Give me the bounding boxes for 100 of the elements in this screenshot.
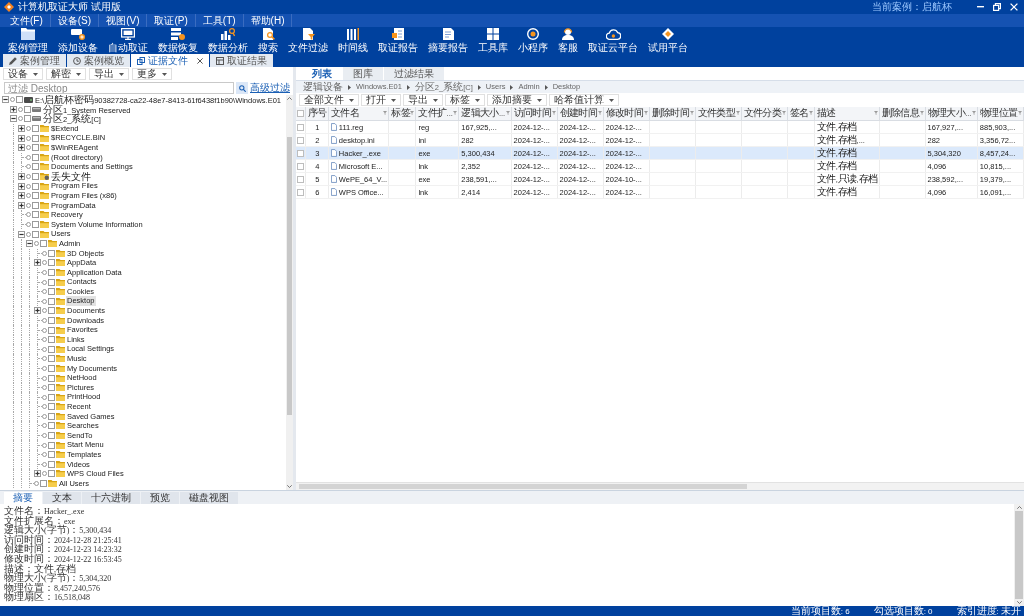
filter-icon[interactable] bbox=[505, 111, 510, 115]
toolbar-button[interactable]: 时间线 bbox=[333, 27, 373, 53]
tab[interactable]: 十六进制 bbox=[82, 492, 140, 504]
tab[interactable]: 磁盘视图 bbox=[180, 492, 238, 504]
breadcrumb-item[interactable]: 逻辑设备 bbox=[303, 80, 343, 94]
restore-icon[interactable] bbox=[993, 3, 1001, 11]
checkbox[interactable] bbox=[48, 269, 55, 276]
filter-icon[interactable] bbox=[410, 111, 415, 115]
expand-icon[interactable] bbox=[34, 307, 41, 315]
checkbox[interactable] bbox=[48, 278, 55, 286]
filter-icon[interactable] bbox=[383, 111, 388, 115]
scrollbar[interactable] bbox=[296, 482, 1024, 490]
checkbox[interactable] bbox=[32, 221, 39, 228]
checkbox[interactable] bbox=[48, 259, 55, 267]
checkbox[interactable] bbox=[32, 211, 39, 219]
checkbox[interactable] bbox=[48, 336, 55, 344]
expand-icon[interactable] bbox=[18, 125, 25, 133]
toolbar-button[interactable]: 案例管理 bbox=[3, 27, 53, 53]
column-header[interactable]: 文件类型 bbox=[695, 107, 742, 121]
filter-icon[interactable] bbox=[808, 111, 813, 115]
chevron-up-icon[interactable] bbox=[1016, 506, 1022, 509]
checkbox[interactable] bbox=[40, 480, 47, 488]
checkbox[interactable] bbox=[48, 316, 55, 324]
checkbox[interactable] bbox=[32, 153, 39, 161]
checkbox[interactable] bbox=[16, 96, 23, 104]
filter-icon[interactable] bbox=[919, 111, 924, 115]
tab[interactable]: 图库 bbox=[343, 67, 383, 80]
checkbox[interactable] bbox=[297, 136, 304, 144]
scrollbar[interactable] bbox=[1014, 504, 1024, 606]
checkbox[interactable] bbox=[32, 230, 39, 238]
tab[interactable]: 取证结果 bbox=[210, 54, 273, 67]
close-icon[interactable] bbox=[197, 57, 203, 64]
column-header[interactable]: 文件名 bbox=[328, 107, 389, 121]
tab[interactable]: 过滤结果 bbox=[384, 67, 444, 80]
chevron-up-icon[interactable] bbox=[287, 97, 292, 100]
checkbox[interactable] bbox=[48, 364, 55, 372]
checkbox[interactable] bbox=[48, 384, 55, 392]
expand-icon[interactable] bbox=[18, 192, 25, 200]
checkbox[interactable] bbox=[48, 393, 55, 401]
expand-icon[interactable] bbox=[18, 182, 25, 190]
column-header[interactable]: 访问时间 bbox=[511, 107, 558, 121]
checkbox[interactable] bbox=[48, 355, 55, 363]
toolbar-button[interactable]: 自动取证 bbox=[103, 27, 153, 53]
checkbox[interactable] bbox=[48, 249, 55, 257]
column-header[interactable]: 创建时间 bbox=[557, 107, 604, 121]
checkbox[interactable] bbox=[297, 149, 304, 157]
checkbox[interactable] bbox=[48, 470, 55, 478]
tab[interactable]: 预览 bbox=[141, 492, 179, 504]
column-header[interactable]: 文件分类 bbox=[741, 107, 788, 121]
expand-icon[interactable] bbox=[34, 259, 41, 267]
checkbox[interactable] bbox=[48, 288, 55, 296]
expand-icon[interactable] bbox=[10, 105, 17, 113]
filter-icon[interactable] bbox=[735, 111, 740, 115]
expand-icon[interactable] bbox=[18, 173, 25, 181]
checkbox[interactable] bbox=[32, 134, 39, 142]
dropdown-button[interactable]: 导出 bbox=[403, 94, 443, 106]
minimize-icon[interactable] bbox=[977, 6, 984, 8]
search-button[interactable] bbox=[236, 82, 248, 94]
collapse-icon[interactable] bbox=[10, 115, 17, 123]
filter-icon[interactable] bbox=[597, 111, 602, 115]
column-header[interactable]: 物理位置 bbox=[977, 107, 1024, 121]
toolbar-button[interactable]: 客服 bbox=[553, 27, 583, 53]
checkbox[interactable] bbox=[297, 123, 304, 131]
checkbox[interactable] bbox=[48, 422, 55, 430]
checkbox[interactable] bbox=[40, 240, 47, 248]
toolbar-button[interactable]: 摘要报告 bbox=[423, 27, 473, 53]
filter-icon[interactable] bbox=[781, 111, 786, 115]
checkbox[interactable] bbox=[297, 162, 304, 170]
column-header[interactable]: 序号 bbox=[305, 107, 329, 121]
dropdown-button[interactable]: 全部文件 bbox=[299, 94, 359, 106]
filter-field[interactable]: 过滤 Desktop bbox=[4, 82, 234, 94]
chevron-down-icon[interactable] bbox=[287, 485, 292, 488]
checkbox[interactable] bbox=[32, 144, 39, 152]
tab[interactable]: 摘要 bbox=[4, 492, 42, 504]
dropdown-button[interactable]: 导出 bbox=[89, 68, 129, 80]
checkbox[interactable] bbox=[48, 412, 55, 420]
collapse-icon[interactable] bbox=[2, 96, 9, 104]
checkbox[interactable] bbox=[48, 297, 55, 305]
checkbox[interactable] bbox=[297, 188, 304, 196]
checkbox[interactable] bbox=[48, 403, 55, 411]
chevron-down-icon[interactable] bbox=[1016, 601, 1022, 604]
toolbar-button[interactable]: 取证云平台 bbox=[583, 27, 643, 53]
tab[interactable]: 案例管理 bbox=[3, 54, 66, 67]
expand-icon[interactable] bbox=[34, 470, 41, 478]
checkbox[interactable] bbox=[32, 173, 39, 181]
checkbox[interactable] bbox=[32, 163, 39, 171]
column-header[interactable]: 删除时间 bbox=[649, 107, 696, 121]
dropdown-button[interactable]: 设备 bbox=[3, 68, 43, 80]
dropdown-button[interactable]: 更多 bbox=[132, 68, 172, 80]
toolbar-button[interactable]: 添加设备 bbox=[53, 27, 103, 53]
checkbox[interactable] bbox=[48, 345, 55, 353]
checkbox[interactable] bbox=[48, 307, 55, 315]
scrollbar-thumb[interactable] bbox=[1015, 511, 1023, 599]
column-header[interactable]: 描述 bbox=[814, 107, 879, 121]
expand-icon[interactable] bbox=[18, 144, 25, 152]
dropdown-button[interactable]: 添加摘要 bbox=[487, 94, 547, 106]
expand-icon[interactable] bbox=[18, 201, 25, 209]
filter-icon[interactable] bbox=[551, 111, 556, 115]
checkbox[interactable] bbox=[48, 374, 55, 382]
checkbox[interactable] bbox=[32, 125, 39, 133]
